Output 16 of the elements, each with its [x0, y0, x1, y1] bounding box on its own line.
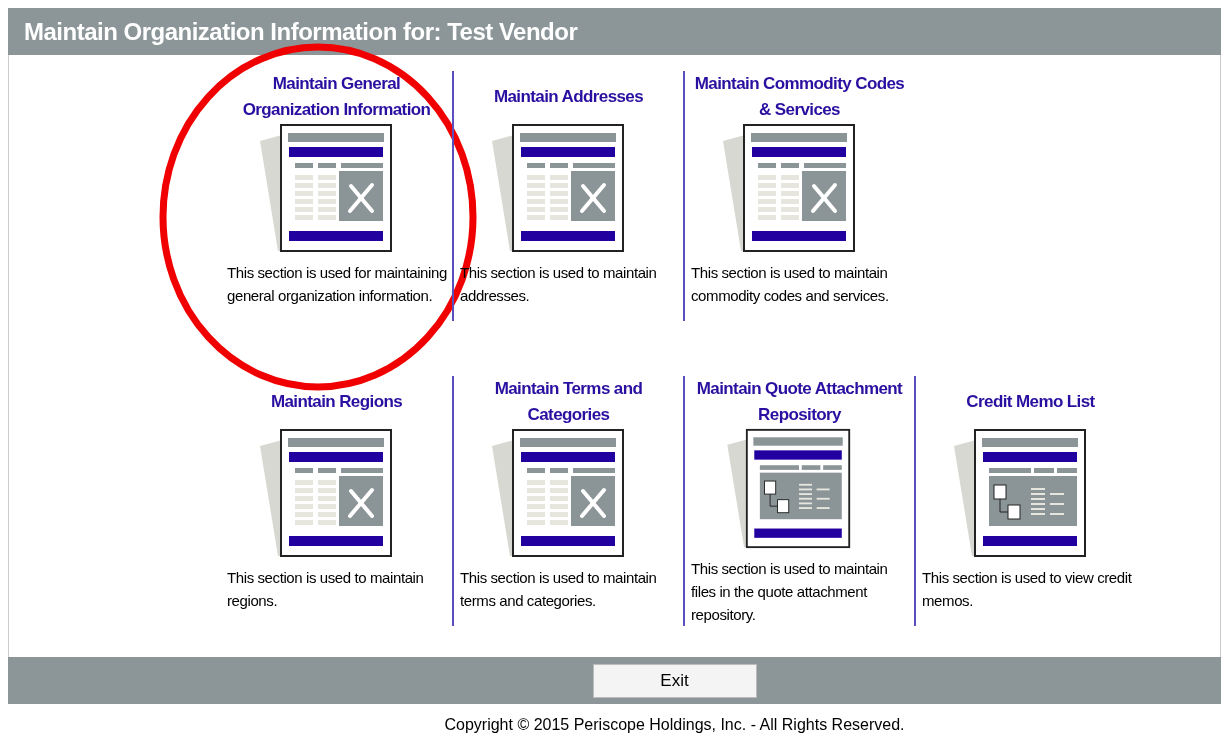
section-link[interactable]: Maintain Terms and Categories [458, 376, 679, 428]
section-description: This section is used to maintain terms and categories. [459, 568, 658, 611]
section-link[interactable]: Credit Memo List [966, 376, 1095, 428]
exit-button[interactable]: Exit [592, 663, 757, 698]
section-link[interactable]: Maintain Quote Attachment Repository [689, 376, 910, 428]
section-description: This section is used to maintain commodity codes and services. [690, 263, 890, 306]
section-description: This section is used for maintaining general organization information. [226, 263, 448, 306]
section-description: This section is used to maintain regions. [226, 568, 425, 611]
page-title: Maintain Organization Information for: Test Vendor [24, 17, 578, 46]
section-link[interactable]: Maintain Regions [270, 376, 403, 428]
section-link[interactable]: Maintain Addresses [493, 71, 644, 123]
copyright-text: Copyright © 2015 Periscope Holdings, Inc. - All Rights Reserved. [443, 715, 906, 734]
section-description: This section is used to view credit memos. [921, 568, 1133, 611]
section-description: This section is used to maintain files in the quote attachment repository. [690, 559, 889, 625]
section-link[interactable]: Maintain Commodity Codes & Services [689, 71, 910, 123]
section-link[interactable]: Maintain General Organization Information [225, 71, 448, 123]
